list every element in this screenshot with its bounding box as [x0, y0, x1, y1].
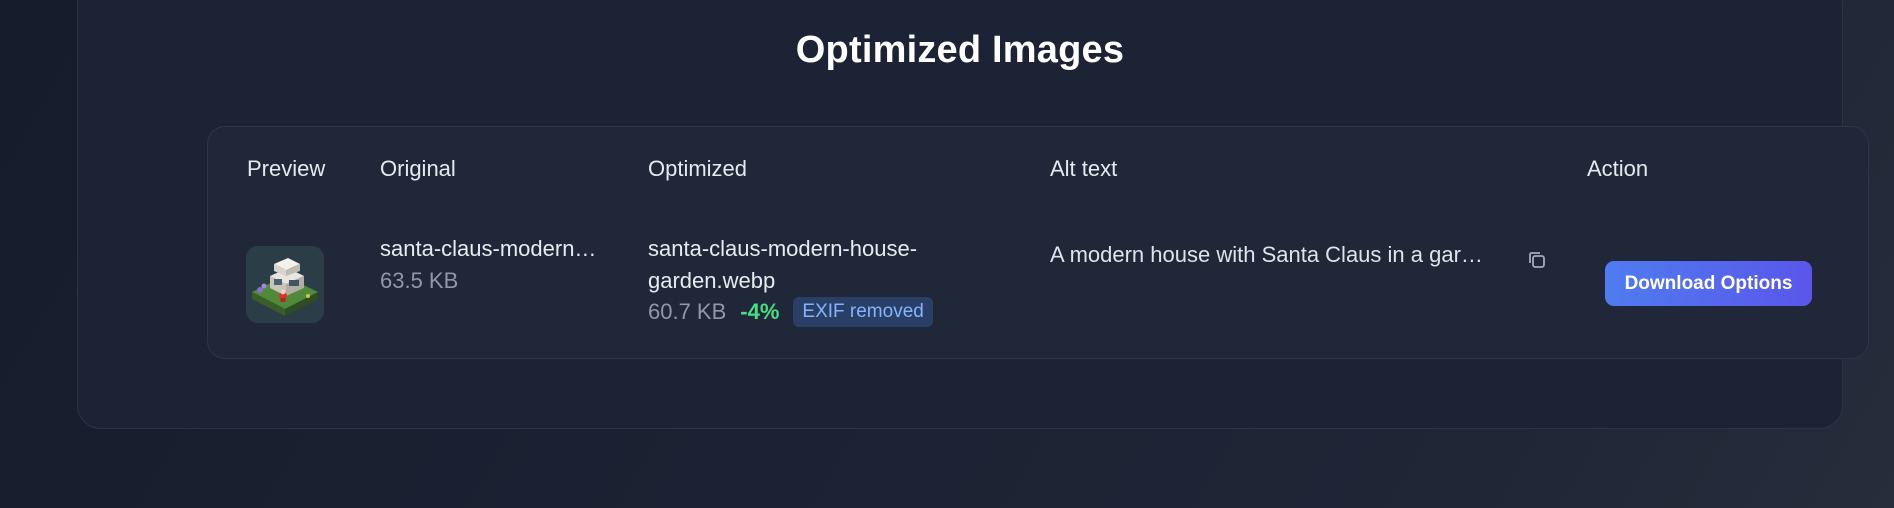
optimized-images-panel: Optimized Images Preview Original Optimi…: [77, 0, 1869, 429]
optimized-filename-line1: santa-claus-modern-house-: [648, 236, 918, 261]
optimized-size: 60.7 KB: [648, 299, 727, 324]
header-optimized: Optimized: [648, 156, 748, 181]
optimized-cell: santa-claus-modern-house- garden.webp 60…: [648, 233, 933, 328]
alt-text-cell: A modern house with Santa Claus in a gar…: [1050, 239, 1500, 271]
copy-icon[interactable]: [1526, 249, 1548, 271]
original-size: 63.5 KB: [380, 268, 459, 293]
optimized-filename-line2: garden.webp: [648, 268, 776, 293]
original-filename: santa-claus-modern…: [380, 236, 597, 261]
download-options-button[interactable]: Download Options: [1605, 261, 1812, 306]
header-action: Action: [1587, 156, 1649, 181]
header-preview: Preview: [247, 156, 326, 181]
preview-thumbnail[interactable]: [246, 246, 324, 323]
exif-removed-badge: EXIF removed: [793, 297, 933, 327]
original-cell: santa-claus-modern… 63.5 KB: [380, 233, 596, 297]
header-alt-text: Alt text: [1050, 156, 1118, 181]
alt-text-value: A modern house with Santa Claus in a gar…: [1050, 242, 1483, 267]
size-reduction: -4%: [740, 299, 780, 324]
section-title: Optimized Images: [795, 29, 1125, 71]
results-table: Preview Original Optimized Alt text Acti…: [207, 126, 1869, 359]
header-original: Original: [380, 156, 456, 181]
